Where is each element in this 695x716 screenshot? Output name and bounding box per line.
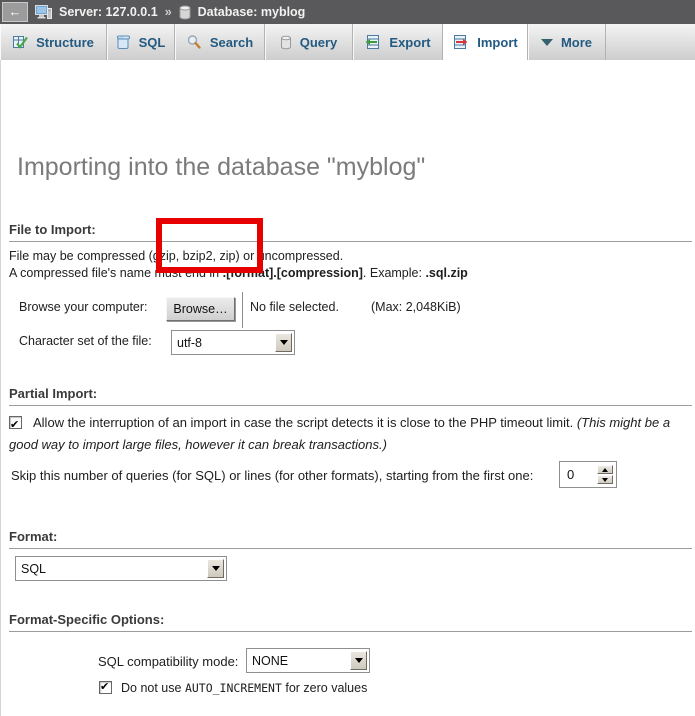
tab-bar: Structure SQL Search Query Export <box>0 24 695 60</box>
compression-note: File may be compressed (gzip, bzip2, zip… <box>9 248 468 281</box>
breadcrumb-bar: ← Server: 127.0.0.1 » Database: myblog <box>0 0 695 24</box>
query-icon <box>280 35 292 50</box>
main-content: Importing into the database "myblog" Fil… <box>0 60 695 716</box>
skip-queries-value: 0 <box>567 467 574 482</box>
sql-icon <box>116 34 131 50</box>
no-file-selected-text: No file selected. <box>250 300 339 314</box>
charset-select-arrow-icon[interactable] <box>275 333 292 352</box>
file-input-divider <box>242 292 243 328</box>
structure-icon <box>12 34 28 50</box>
format-select-arrow-icon[interactable] <box>207 559 224 578</box>
max-size-text: (Max: 2,048KiB) <box>371 300 461 314</box>
tab-import-label: Import <box>477 35 517 50</box>
database-icon <box>179 5 191 20</box>
page-title: Importing into the database "myblog" <box>17 153 425 182</box>
breadcrumb-database[interactable]: Database: myblog <box>198 5 306 19</box>
skip-queries-input[interactable]: 0 <box>559 461 617 488</box>
tab-query-label: Query <box>300 35 338 50</box>
allow-interruption-checkbox[interactable] <box>9 416 22 429</box>
spinner-buttons <box>597 465 613 484</box>
more-chevron-icon <box>541 39 553 46</box>
charset-label: Character set of the file: <box>19 334 152 348</box>
charset-select[interactable]: utf-8 <box>171 330 295 355</box>
skip-queries-label: Skip this number of queries (for SQL) or… <box>11 468 533 483</box>
charset-select-value: utf-8 <box>177 336 202 350</box>
sql-compat-select[interactable]: NONE <box>246 648 370 673</box>
autoinc-code: AUTO_INCREMENT <box>185 681 282 695</box>
tab-search-label: Search <box>210 35 253 50</box>
compression-note-format: .[format].[compression] <box>223 266 363 280</box>
export-icon <box>364 34 381 50</box>
tab-sql-label: SQL <box>139 35 166 50</box>
tab-export[interactable]: Export <box>353 24 443 60</box>
autoinc-text-prefix: Do not use <box>121 681 185 695</box>
tab-structure-label: Structure <box>36 35 94 50</box>
browse-label: Browse your computer: <box>19 300 148 314</box>
tab-query[interactable]: Query <box>265 24 353 60</box>
tab-structure[interactable]: Structure <box>0 24 107 60</box>
compression-note-example: .sql.zip <box>425 266 467 280</box>
import-icon <box>452 34 469 50</box>
allow-interruption-text: Allow the interruption of an import in c… <box>33 415 577 430</box>
section-title-partial-import: Partial Import: <box>9 386 692 406</box>
sql-compat-select-value: NONE <box>252 654 288 668</box>
compression-note-line2-prefix: A compressed file's name must end in <box>9 266 223 280</box>
back-button[interactable]: ← <box>2 2 28 22</box>
browse-button[interactable]: Browse… <box>166 297 235 321</box>
autoinc-checkbox[interactable] <box>99 681 112 694</box>
tabbar-filler <box>606 24 695 60</box>
search-icon <box>186 34 202 50</box>
compression-note-mid: . Example: <box>363 266 426 280</box>
tab-import[interactable]: Import <box>443 24 528 60</box>
spinner-up-icon[interactable] <box>597 465 613 474</box>
sql-compat-select-arrow-icon[interactable] <box>350 651 367 670</box>
section-title-file-to-import: File to Import: <box>9 222 692 242</box>
section-title-format-specific: Format-Specific Options: <box>9 612 692 632</box>
spinner-down-icon[interactable] <box>597 475 613 484</box>
breadcrumb-server[interactable]: Server: 127.0.0.1 <box>59 5 158 19</box>
format-select[interactable]: SQL <box>15 556 227 581</box>
section-title-format: Format: <box>9 529 692 549</box>
compression-note-line1: File may be compressed (gzip, bzip2, zip… <box>9 249 343 263</box>
tab-more[interactable]: More <box>528 24 606 60</box>
autoinc-row: Do not use AUTO_INCREMENT for zero value… <box>99 681 367 695</box>
phpmyadmin-import-page: ← Server: 127.0.0.1 » Database: myblog S… <box>0 0 695 716</box>
tab-export-label: Export <box>389 35 430 50</box>
allow-interruption-row: Allow the interruption of an import in c… <box>9 412 688 455</box>
sql-compat-label: SQL compatibility mode: <box>98 654 238 669</box>
tab-sql[interactable]: SQL <box>107 24 175 60</box>
server-icon <box>35 4 52 20</box>
breadcrumb-separator: » <box>165 5 172 19</box>
tab-more-label: More <box>561 35 592 50</box>
format-select-value: SQL <box>21 562 46 576</box>
tab-search[interactable]: Search <box>175 24 265 60</box>
autoinc-text-suffix: for zero values <box>282 681 367 695</box>
